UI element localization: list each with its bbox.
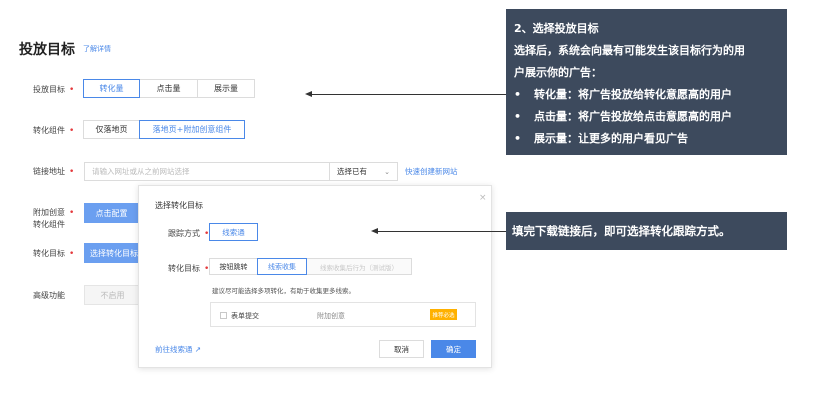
list-item-name: 表单提交 <box>231 312 259 320</box>
addon-label-line1: 附加创意 <box>33 208 65 217</box>
link-label-text: 链接地址 <box>33 167 65 176</box>
component-option-landing[interactable]: 仅落地页 <box>83 120 140 139</box>
target-option-click[interactable]: 点击量 <box>139 79 198 98</box>
configure-button[interactable]: 点击配置 <box>84 203 139 223</box>
advanced-toggle[interactable]: 不启用 <box>84 285 141 305</box>
component-label: 转化组件 • <box>33 125 74 136</box>
dialog-title: 选择转化目标 <box>155 201 203 210</box>
conversion-list: 表单提交 附加创意 推荐必选 <box>210 302 476 327</box>
required-mark: • <box>69 208 75 218</box>
close-icon[interactable]: × <box>479 193 487 203</box>
annotation-bullet: • 点击量：将广告投放给点击意愿高的用户 <box>514 106 779 128</box>
addon-label: 附加创意 • 转化组件 <box>33 207 74 231</box>
dialog-tip: 建议尽可能选择多项转化，有助于收集更多线索。 <box>212 287 355 295</box>
target-option-conversion[interactable]: 转化量 <box>83 79 140 98</box>
annotation-desc-line1: 选择后，系统会向最有可能发生该目标行为的用 <box>514 44 745 57</box>
target-segment: 转化量 点击量 展示量 <box>83 79 255 98</box>
conv-target-label-text: 转化目标 <box>33 249 65 258</box>
learn-more-link[interactable]: 了解详情 <box>83 44 111 54</box>
bullet-dot: • <box>514 88 522 101</box>
conversion-target-dialog: 选择转化目标 × 跟踪方式 • 线索通 转化目标 • 按钮跳转 线索收集 线索收集后… <box>138 185 492 368</box>
link-label: 链接地址 • <box>33 166 74 177</box>
required-mark: • <box>69 85 75 95</box>
bullet-text: 转化量：将广告投放给转化意愿高的用户 <box>534 88 732 101</box>
annotation-goal: 2、选择投放目标 选择后，系统会向最有可能发生该目标行为的用 户展示你的广告： … <box>506 9 787 155</box>
form-submit-checkbox[interactable] <box>220 312 227 319</box>
create-site-link[interactable]: 快速创建新网站 <box>405 166 458 177</box>
tracking-label-text: 跟踪方式 <box>168 229 200 238</box>
link-select[interactable]: 选择已有 ⌄ <box>329 162 398 181</box>
confirm-button[interactable]: 确定 <box>431 340 476 358</box>
annotation-desc-line2: 户展示你的广告： <box>514 66 602 79</box>
target-option-impression[interactable]: 展示量 <box>197 79 255 98</box>
link-select-value: 选择已有 <box>337 167 367 176</box>
link-input[interactable]: 请输入网址或从之前网站选择 <box>84 162 330 181</box>
page-title: 投放目标 <box>19 42 75 58</box>
annotation-bullet: • 转化量：将广告投放给转化意愿高的用户 <box>514 84 779 106</box>
component-label-text: 转化组件 <box>33 126 65 135</box>
modal-target-label-text: 转化目标 <box>168 264 200 273</box>
modal-target-option-button-jump[interactable]: 按钮跳转 <box>209 258 258 275</box>
bullet-text: 展示量：让更多的用户看见广告 <box>534 132 688 145</box>
target-label: 投放目标 • <box>33 84 74 95</box>
annotation-tracking: 填完下载链接后，即可选择转化跟踪方式。 <box>506 212 787 250</box>
tracking-segment: 线索通 <box>209 223 258 241</box>
bullet-dot: • <box>514 110 522 123</box>
tracking-option-xiansuotong[interactable]: 线索通 <box>209 223 258 241</box>
cancel-button[interactable]: 取消 <box>379 340 424 358</box>
modal-target-option-after-collect[interactable]: 线索收集后行为（测试版） <box>306 258 412 275</box>
list-item-group: 附加创意 <box>317 312 345 320</box>
conv-target-label: 转化目标 • <box>33 248 74 259</box>
component-option-landing-plus[interactable]: 落地页+附加创意组件 <box>139 120 245 139</box>
annotation-bullet: • 展示量：让更多的用户看见广告 <box>514 128 779 150</box>
goto-xiansuotong-link[interactable]: 前往线索通 ↗ <box>155 344 201 355</box>
bullet-text: 点击量：将广告投放给点击意愿高的用户 <box>534 110 732 123</box>
annotation-title: 2、选择投放目标 <box>514 22 599 35</box>
arrow-line-2 <box>377 231 506 232</box>
arrow-line-1 <box>311 94 506 95</box>
modal-target-segment: 按钮跳转 线索收集 线索收集后行为（测试版） <box>209 258 412 275</box>
bullet-dot: • <box>514 132 522 145</box>
chevron-down-icon: ⌄ <box>384 167 390 176</box>
advanced-label: 高级功能 <box>33 291 65 300</box>
page: 投放目标 了解详情 投放目标 • 转化量 点击量 展示量 转化组件 • 仅落地页 落… <box>0 0 832 393</box>
modal-target-label: 转化目标 • <box>168 263 209 274</box>
component-segment: 仅落地页 落地页+附加创意组件 <box>83 120 245 139</box>
required-mark: • <box>69 167 75 177</box>
target-label-text: 投放目标 <box>33 85 65 94</box>
required-mark: • <box>69 126 75 136</box>
addon-label-line2: 转化组件 <box>33 220 65 229</box>
modal-target-option-lead-collect[interactable]: 线索收集 <box>257 258 307 275</box>
required-mark: • <box>69 249 75 259</box>
recommended-badge: 推荐必选 <box>430 309 457 320</box>
tracking-label: 跟踪方式 • <box>168 228 209 239</box>
